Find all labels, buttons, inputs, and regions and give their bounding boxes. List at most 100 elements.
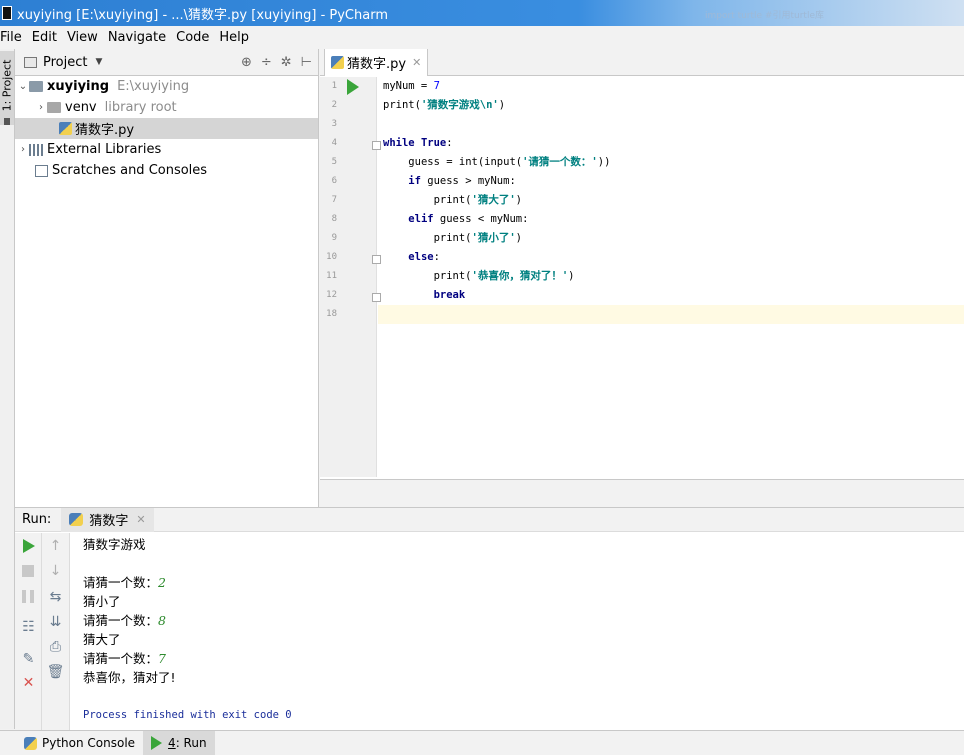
- close-icon[interactable]: ✕: [412, 56, 421, 69]
- console-line: 猜数字游戏: [83, 537, 146, 552]
- scratches-label: Scratches and Consoles: [52, 163, 208, 178]
- close-run-icon[interactable]: ✕: [15, 675, 42, 691]
- line-number: 18: [326, 309, 337, 319]
- project-tool-tab[interactable]: 1: Project: [0, 51, 14, 125]
- run-panel-header: Run: 猜数字 ✕: [15, 507, 964, 532]
- exit-message: Process finished with exit code 0: [83, 709, 292, 721]
- code-line: guess = int(input('请猜一个数：')): [408, 156, 611, 168]
- run-config-tab[interactable]: 猜数字 ✕: [61, 507, 154, 532]
- pycharm-app-icon: [2, 6, 12, 20]
- arrow-down-icon[interactable]: ↓: [42, 563, 69, 579]
- menu-code[interactable]: Code: [171, 30, 214, 45]
- code-line: myNum = 7: [383, 80, 440, 92]
- folder-icon: [29, 81, 43, 92]
- project-panel: Project ▼ ⊕ ÷ ✲ ⊢ ⌄ xuyiying E:\xuyiying…: [15, 49, 319, 507]
- run-toolbar-primary: ☷ ✎ ✕: [15, 533, 42, 731]
- structure-icon[interactable]: [4, 118, 10, 125]
- window-title: xuyiying [E:\xuyiying] - ...\猜数字.py [xuy…: [17, 7, 388, 23]
- project-tool-tab-label: 1: Project: [0, 59, 14, 112]
- folder-icon: [47, 102, 61, 113]
- tree-item-external-libraries[interactable]: › External Libraries: [15, 139, 318, 160]
- line-number: 3: [331, 119, 337, 129]
- code-line: else:: [408, 251, 440, 263]
- stop-icon[interactable]: [22, 565, 34, 577]
- tree-item-scratches[interactable]: Scratches and Consoles: [15, 160, 318, 181]
- scroll-from-source-icon[interactable]: ⊕: [241, 55, 252, 70]
- menu-file[interactable]: File: [0, 30, 27, 45]
- soft-wrap-icon[interactable]: ⇆: [42, 589, 69, 605]
- pin-icon[interactable]: ✎: [15, 651, 42, 667]
- user-input-value: 2: [158, 575, 166, 590]
- close-icon[interactable]: ✕: [136, 513, 145, 526]
- bottom-tool-bar: Python Console 4: Run: [0, 730, 964, 755]
- line-number: 2: [331, 100, 337, 110]
- print-icon[interactable]: ⎙: [42, 639, 69, 655]
- project-panel-header: Project ▼ ⊕ ÷ ✲ ⊢: [15, 49, 318, 76]
- run-tab-shortcut: 4: [168, 736, 176, 750]
- code-area[interactable]: myNum = 7 print('猜数字游戏\n') while True: g…: [378, 77, 964, 477]
- venv-folder-name: venv: [65, 100, 97, 115]
- collapse-all-icon[interactable]: ÷: [261, 55, 272, 70]
- restore-layout-icon[interactable]: ☷: [15, 619, 42, 635]
- code-line-current: [378, 305, 964, 324]
- pause-icon[interactable]: [22, 590, 34, 603]
- menu-edit[interactable]: Edit: [27, 30, 62, 45]
- run-panel: Run: 猜数字 ✕ ☷ ✎ ✕ ↑ ↓ ⇆ ⇊ ⎙ 🗑 猜数字游戏 请猜一个数…: [15, 507, 964, 731]
- line-number: 1: [331, 81, 337, 91]
- user-input-value: 8: [158, 613, 166, 628]
- root-folder-name: xuyiying: [47, 79, 110, 94]
- console-line: 猜大了: [83, 632, 121, 647]
- code-line: while True:: [383, 137, 453, 149]
- background-window-text: import turtle #引用turtle库: [705, 11, 824, 21]
- chevron-right-icon[interactable]: ›: [17, 144, 29, 155]
- console-line: 请猜一个数：7: [83, 651, 166, 666]
- line-number: 5: [331, 157, 337, 167]
- rerun-icon[interactable]: [23, 539, 35, 553]
- trash-icon[interactable]: 🗑: [42, 664, 69, 680]
- file-name: 猜数字.py: [75, 123, 135, 138]
- chevron-right-icon[interactable]: ›: [35, 102, 47, 113]
- line-number: 10: [326, 252, 337, 262]
- user-input-value: 7: [158, 651, 166, 666]
- editor-tab-bar: 猜数字.py ✕: [320, 49, 964, 76]
- python-console-tab[interactable]: Python Console: [16, 731, 143, 755]
- run-label: Run:: [22, 512, 52, 527]
- scroll-to-end-icon[interactable]: ⇊: [42, 614, 69, 630]
- python-file-icon: [59, 122, 72, 135]
- tree-item-venv[interactable]: › venv library root: [15, 97, 318, 118]
- console-line: 猜小了: [83, 594, 121, 609]
- menu-view[interactable]: View: [62, 30, 103, 45]
- dropdown-arrow-icon[interactable]: ▼: [95, 57, 102, 67]
- code-line: break: [433, 289, 466, 301]
- code-line: elif guess < myNum:: [408, 213, 529, 225]
- title-bar: xuyiying [E:\xuyiying] - ...\猜数字.py [xuy…: [0, 0, 964, 26]
- library-icon: [29, 143, 43, 156]
- run-toolbar-secondary: ↑ ↓ ⇆ ⇊ ⎙ 🗑: [42, 533, 70, 731]
- menu-help[interactable]: Help: [214, 30, 254, 45]
- python-icon: [69, 513, 84, 526]
- run-tool-tab[interactable]: 4: Run: [143, 730, 215, 755]
- chevron-down-icon[interactable]: ⌄: [17, 81, 29, 92]
- run-gutter-icon[interactable]: [347, 79, 359, 95]
- tree-item-root[interactable]: ⌄ xuyiying E:\xuyiying: [15, 76, 318, 97]
- menu-bar: File Edit View Navigate Code Help: [0, 26, 964, 49]
- line-number: 4: [331, 138, 337, 148]
- editor-gutter: 1 2 3 4 5 6 7 8 9 10 11 12 18: [320, 77, 381, 477]
- tree-item-file[interactable]: 猜数字.py: [15, 118, 318, 139]
- console-line: 恭喜你，猜对了!: [83, 670, 176, 685]
- arrow-up-icon[interactable]: ↑: [42, 538, 69, 554]
- gear-icon[interactable]: ✲: [281, 55, 292, 70]
- console-output[interactable]: 猜数字游戏 请猜一个数：2 猜小了 请猜一个数：8 猜大了 请猜一个数：7 恭喜…: [83, 535, 953, 725]
- hide-panel-icon[interactable]: ⊢: [301, 55, 312, 70]
- menu-navigate[interactable]: Navigate: [103, 30, 171, 45]
- line-number: 7: [331, 195, 337, 205]
- root-folder-path: E:\xuyiying: [117, 79, 190, 94]
- editor-tab-label: 猜数字.py: [347, 57, 407, 72]
- code-line: print('猜大了'): [433, 194, 522, 206]
- editor-tab-file[interactable]: 猜数字.py ✕: [324, 49, 429, 76]
- python-file-icon: [331, 56, 344, 69]
- project-view-selector[interactable]: Project: [43, 55, 87, 70]
